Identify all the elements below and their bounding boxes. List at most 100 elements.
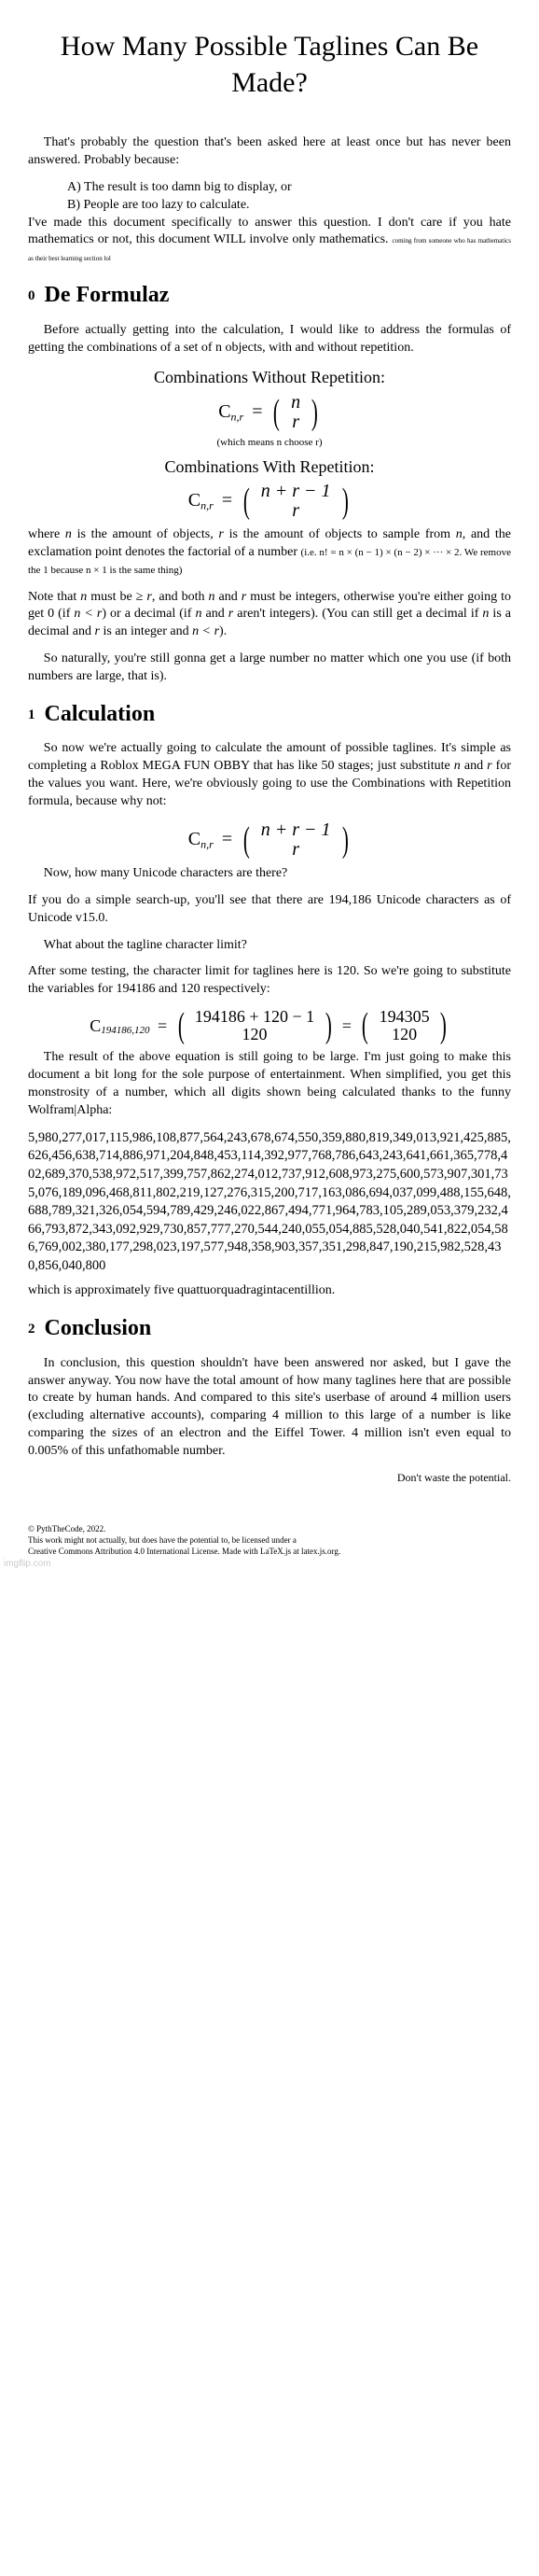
var-n: n: [209, 590, 215, 604]
section-0-num: 0: [28, 288, 35, 303]
binom-num2: 194305 120: [376, 1008, 434, 1043]
cond: n < r: [74, 607, 102, 621]
t: and: [215, 590, 242, 604]
formula-rep: Cn,r = ( n + r − 1 r ): [28, 482, 511, 521]
t: , and both: [152, 590, 209, 604]
binom-top: n: [289, 393, 302, 413]
t: is the amount of objects to sample from: [224, 527, 456, 541]
sec1-para-b: Now, how many Unicode characters are the…: [28, 865, 511, 883]
lparen-icon: (: [362, 1008, 368, 1043]
section-2-num: 2: [28, 1322, 35, 1337]
intro-option-b: B) People are too lazy to calculate.: [28, 197, 511, 215]
binom-top: 194305: [378, 1008, 432, 1026]
sec1-para-e: After some testing, the character limit …: [28, 963, 511, 999]
t: So now we're actually going to calculate…: [28, 741, 511, 773]
binom-num1: 194186 + 120 − 1 120: [191, 1008, 318, 1043]
section-2-title: Conclusion: [45, 1316, 152, 1340]
intro-option-a: A) The result is too damn big to display…: [28, 179, 511, 197]
lparen-icon: (: [243, 822, 250, 858]
rparen-icon: ): [440, 1008, 447, 1043]
sec1-para-c: If you do a simple search-up, you'll see…: [28, 892, 511, 928]
document-page: How Many Possible Taglines Can Be Made? …: [0, 0, 539, 1571]
rparen-icon: ): [311, 395, 318, 430]
sec2-para-b: Don't waste the potential.: [28, 1470, 511, 1485]
watermark: imgflip.com: [4, 1559, 51, 1569]
binom-bot: r: [259, 501, 333, 521]
footer-copyright: © PythTheCode, 2022.: [28, 1524, 511, 1534]
rparen-icon: ): [341, 483, 348, 519]
binom-bot: r: [289, 413, 302, 432]
section-1-num: 1: [28, 707, 35, 722]
binom-top: n + r − 1: [259, 482, 333, 501]
binom-top: n + r − 1: [259, 820, 333, 840]
binom-bot: 120: [193, 1026, 316, 1043]
eq-sign: =: [252, 401, 262, 422]
formula-no-rep: Cn,r = ( n r ): [28, 393, 511, 432]
section-0-heading: 0 De Formulaz: [28, 280, 511, 310]
sec1-para-a: So now we're actually going to calculate…: [28, 740, 511, 811]
section-2-heading: 2 Conclusion: [28, 1313, 511, 1343]
eq-sign: =: [222, 829, 232, 849]
lparen-icon: (: [273, 395, 280, 430]
intro-tail: I've made this document specifically to …: [28, 215, 511, 268]
binom-rep: n + r − 1 r: [257, 820, 335, 860]
var-n: n: [65, 527, 72, 541]
section-0-title: De Formulaz: [45, 283, 170, 307]
comb-no-rep-head: Combinations Without Repetition:: [28, 366, 511, 388]
lparen-icon: (: [178, 1008, 185, 1043]
eq-sign: =: [158, 1016, 167, 1035]
binom-top: 194186 + 120 − 1: [193, 1008, 316, 1026]
comb-rep-head: Combinations With Repetition:: [28, 455, 511, 478]
var-n: n: [456, 527, 463, 541]
sym-c: C: [188, 488, 200, 513]
sec0-para-d: So naturally, you're still gonna get a l…: [28, 651, 511, 686]
t: Note that: [28, 590, 80, 604]
var-n: n: [454, 759, 461, 773]
formula-rep-copy: Cn,r = ( n + r − 1 r ): [28, 820, 511, 860]
sym-sub: 194186,120: [101, 1025, 149, 1036]
formula-numeric: C194186,120 = ( 194186 + 120 − 1 120 ) =…: [28, 1008, 511, 1043]
section-1-heading: 1 Calculation: [28, 699, 511, 729]
sym-c: C: [90, 1015, 101, 1037]
sec1-para-f: The result of the above equation is stil…: [28, 1049, 511, 1120]
t: ) or a decimal (if: [102, 607, 195, 621]
cond: n < r: [192, 624, 219, 638]
lparen-icon: (: [243, 483, 250, 519]
footer-block: © PythTheCode, 2022. This work might not…: [28, 1524, 511, 1556]
sec0-para-b: where n is the amount of objects, r is t…: [28, 526, 511, 580]
binom-rep: n + r − 1 r: [257, 482, 335, 521]
footer-license-1: This work might not actually, but does h…: [28, 1535, 511, 1546]
t: aren't integers). (You can still get a d…: [233, 607, 482, 621]
footer-license-2: Creative Commons Attribution 4.0 Interna…: [28, 1547, 511, 1557]
sec0-para-a: Before actually getting into the calcula…: [28, 322, 511, 357]
rparen-icon: ): [341, 822, 348, 858]
intro-lead: That's probably the question that's been…: [28, 134, 511, 170]
eq-sign: =: [342, 1016, 352, 1035]
sym-sub: n,r: [200, 498, 214, 511]
rparen-icon: ): [325, 1008, 331, 1043]
t: is an integer and: [100, 624, 192, 638]
page-title: How Many Possible Taglines Can Be Made?: [28, 28, 511, 101]
t: where: [28, 527, 65, 541]
big-number: 5,980,277,017,115,986,108,877,564,243,67…: [28, 1129, 511, 1276]
sym-sub: n,r: [200, 838, 214, 851]
t: must be ≥: [87, 590, 146, 604]
t: is the amount of objects,: [72, 527, 219, 541]
t: and: [461, 759, 487, 773]
sec2-para-a: In conclusion, this question shouldn't h…: [28, 1355, 511, 1461]
binom-bot: r: [259, 840, 333, 860]
sec0-para-c: Note that n must be ≥ r, and both n and …: [28, 589, 511, 642]
sym-sub: n,r: [231, 410, 244, 423]
sym-c: C: [218, 399, 230, 425]
sec1-para-d: What about the tagline character limit?: [28, 937, 511, 955]
t: ).: [219, 624, 227, 638]
n-choose-r-note: (which means n choose r): [28, 436, 511, 450]
binom-bot: 120: [378, 1026, 432, 1043]
eq-sign: =: [222, 490, 232, 511]
var-n: n: [196, 607, 202, 621]
sym-c: C: [188, 827, 200, 852]
section-1-title: Calculation: [45, 702, 156, 726]
binom-no-rep: n r: [287, 393, 304, 432]
t: and: [202, 607, 228, 621]
sec1-para-g: which is approximately five quattuorquad…: [28, 1282, 511, 1300]
